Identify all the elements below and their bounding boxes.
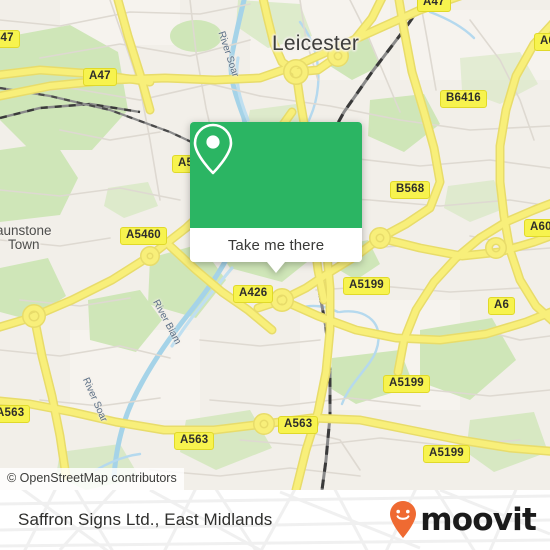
moovit-wordmark: moovit: [420, 501, 537, 538]
road-shield: A47: [417, 0, 451, 12]
road-shield: B6416: [440, 90, 487, 108]
road-shield: A5460: [120, 227, 167, 245]
moovit-pin-smiley-icon: [390, 501, 417, 538]
moovit-logo[interactable]: moovit: [388, 490, 537, 550]
footer-bar: Saffron Signs Ltd., East Midlands moovit: [0, 490, 550, 550]
road-shield: B568: [390, 181, 431, 199]
road-shield: A5199: [423, 445, 470, 463]
osm-attribution[interactable]: © OpenStreetMap contributors: [0, 468, 184, 490]
road-shield: A6: [488, 297, 516, 315]
take-me-there-button[interactable]: Take me there: [190, 228, 362, 262]
road-shield: A563: [278, 416, 319, 434]
road-shield: A47: [83, 68, 117, 86]
map-pin-icon: [193, 123, 233, 175]
take-me-there-label: Take me there: [227, 236, 325, 254]
road-shield: A5199: [383, 375, 430, 393]
map-canvas[interactable]: Leicester aunstone Town River Soar River…: [0, 0, 550, 490]
road-shield: A5199: [343, 277, 390, 295]
place-title: Saffron Signs Ltd., East Midlands: [18, 510, 273, 529]
road-shield: A47: [0, 30, 20, 48]
moovit-map-screenshot: Leicester aunstone Town River Soar River…: [0, 0, 550, 550]
road-shield: A563: [174, 432, 215, 450]
road-shield: A426: [233, 285, 274, 303]
road-shield: A6: [534, 33, 550, 51]
destination-popup[interactable]: Take me there: [190, 122, 362, 273]
road-shield: A6030: [524, 219, 550, 237]
popup-header: [190, 122, 362, 228]
popup-pointer: [267, 262, 285, 273]
road-shield: A563: [0, 405, 31, 423]
